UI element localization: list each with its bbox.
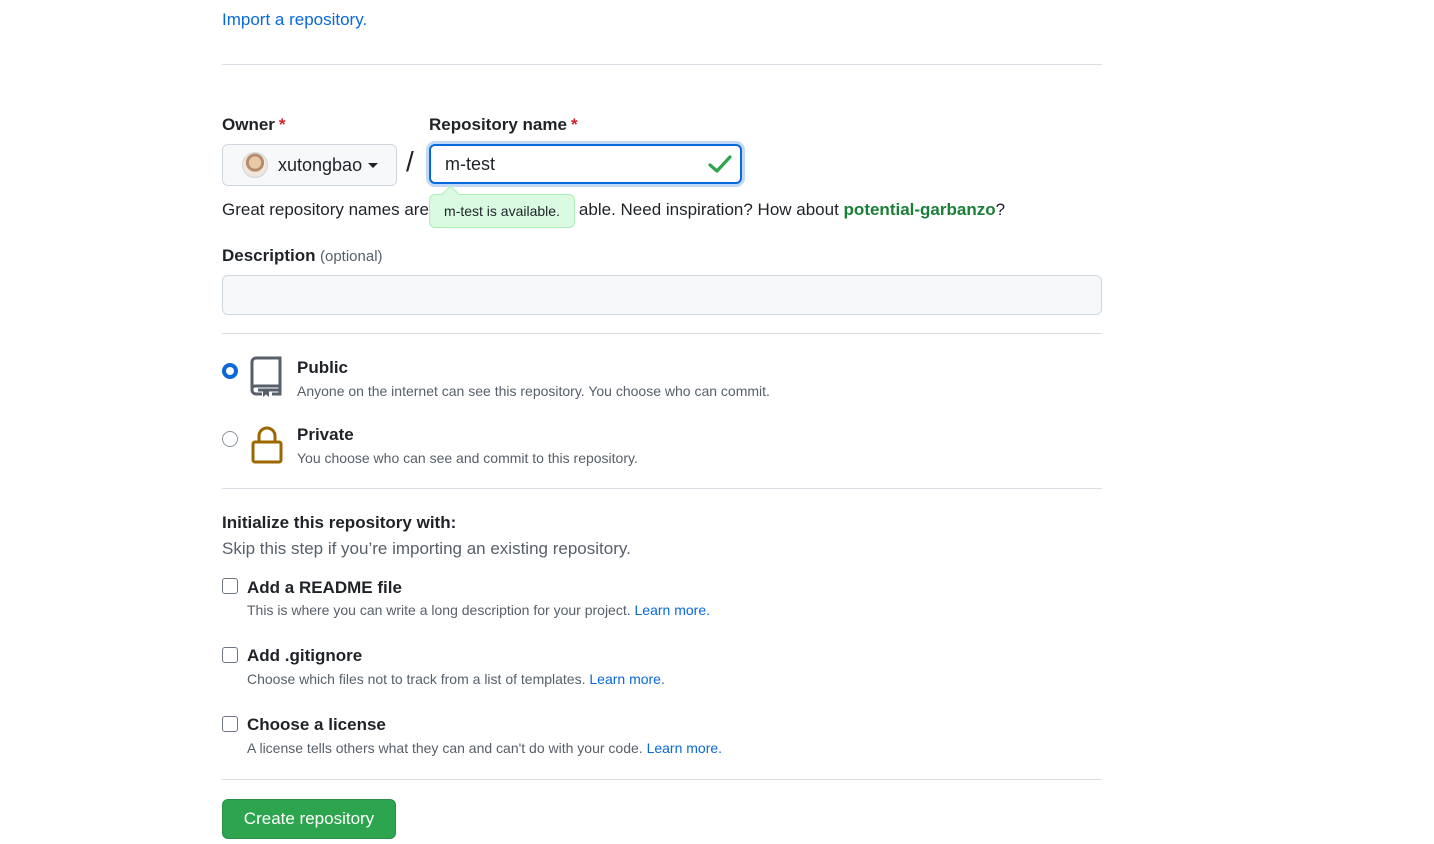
import-repository-link[interactable]: Import a repository. (222, 10, 367, 30)
owner-label: Owner * (222, 115, 286, 134)
license-description: A license tells others what they can and… (247, 740, 723, 756)
gitignore-description: Choose which files not to track from a l… (247, 671, 665, 687)
create-repository-button[interactable]: Create repository (222, 799, 396, 839)
description-input[interactable] (222, 275, 1102, 315)
divider (222, 488, 1102, 489)
public-title: Public (297, 358, 349, 377)
license-title: Choose a license (247, 715, 386, 734)
gitignore-title: Add .gitignore (247, 646, 363, 665)
repository-name-label: Repository name * (429, 115, 578, 134)
repository-name-input[interactable] (429, 144, 742, 184)
readme-description: This is where you can write a long descr… (247, 602, 710, 618)
initialize-heading: Initialize this repository with: (222, 513, 457, 532)
divider (222, 64, 1102, 65)
repo-icon (250, 356, 282, 397)
public-radio[interactable] (222, 363, 238, 379)
owner-dropdown[interactable]: xutongbao (222, 144, 397, 186)
divider (222, 779, 1102, 780)
private-description: You choose who can see and commit to thi… (297, 450, 638, 466)
readme-title: Add a README file (247, 578, 402, 597)
readme-checkbox[interactable] (222, 578, 238, 594)
gitignore-checkbox[interactable] (222, 647, 238, 663)
suggested-name-link[interactable]: potential-garbanzo (844, 200, 996, 219)
avatar (242, 152, 268, 178)
divider (222, 333, 1102, 334)
required-mark: * (278, 115, 286, 134)
initialize-subheading: Skip this step if you’re importing an ex… (222, 539, 631, 558)
readme-learn-more-link[interactable]: Learn more. (635, 602, 710, 618)
private-radio[interactable] (222, 431, 238, 447)
gitignore-learn-more-link[interactable]: Learn more. (589, 671, 664, 687)
availability-tooltip: m-test is available. (429, 194, 575, 228)
check-icon (708, 155, 732, 173)
lock-icon (251, 426, 283, 464)
description-label: Description (optional) (222, 246, 383, 265)
owner-repo-separator: / (406, 146, 414, 177)
license-checkbox[interactable] (222, 716, 238, 732)
license-learn-more-link[interactable]: Learn more. (647, 740, 722, 756)
public-description: Anyone on the internet can see this repo… (297, 383, 770, 399)
private-title: Private (297, 425, 354, 444)
required-mark: * (570, 115, 578, 134)
repository-name-hint: Great repository names are able. Need ins… (222, 200, 1006, 219)
owner-name: xutongbao (278, 154, 363, 175)
optional-text: (optional) (319, 248, 383, 265)
chevron-down-icon (368, 162, 379, 168)
